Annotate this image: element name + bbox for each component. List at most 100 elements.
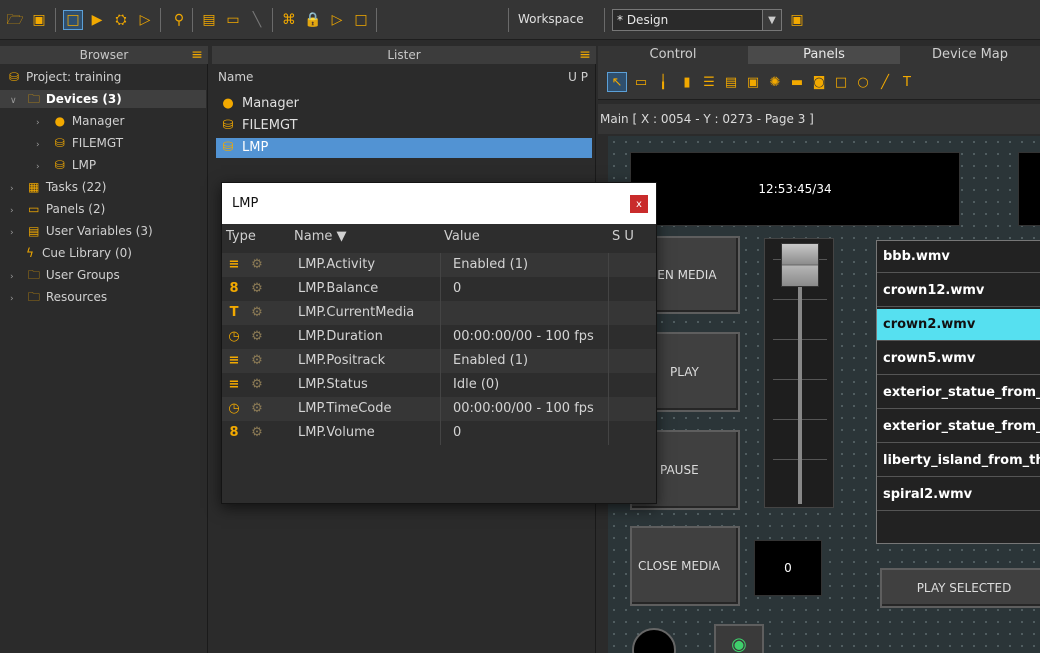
hamburger-menu-icon[interactable]: ≡ — [190, 48, 204, 62]
tree-item-cue-library[interactable]: ϟ Cue Library (0) — [22, 244, 132, 262]
save-workspace-icon[interactable]: ▣ — [788, 11, 806, 29]
chevron-right-icon[interactable]: › — [36, 114, 48, 132]
lister-row-lmp[interactable]: ⛁ LMP — [216, 138, 592, 158]
close-button[interactable]: x — [630, 195, 648, 213]
tree-item-filemgt[interactable]: › ⛁ FILEMGT — [36, 134, 123, 152]
volume-fader[interactable] — [764, 238, 834, 508]
variable-row[interactable]: ◷ ⚙ LMP.TimeCode 00:00:00/00 - 100 fps — [222, 397, 656, 421]
col-name[interactable]: Name ▼ — [294, 229, 346, 244]
variable-row[interactable]: T ⚙ LMP.CurrentMedia — [222, 301, 656, 325]
col-type: Type — [226, 229, 256, 244]
lock-icon[interactable]: 🔒 — [304, 11, 322, 29]
variable-row[interactable]: ≡ ⚙ LMP.Positrack Enabled (1) — [222, 349, 656, 373]
chevron-right-icon[interactable]: › — [10, 180, 22, 198]
variable-row[interactable]: ≡ ⚙ LMP.Activity Enabled (1) — [222, 253, 656, 277]
tab-panels[interactable]: Panels — [748, 46, 900, 64]
tree-item-panels[interactable]: › ▭ Panels (2) — [10, 200, 105, 218]
variable-row[interactable]: 8 ⚙ LMP.Volume 0 — [222, 421, 656, 445]
chevron-down-icon[interactable]: ▼ — [762, 9, 782, 31]
select-mode-icon[interactable]: □ — [63, 10, 83, 30]
tree-item-user-groups[interactable]: › 🗀 User Groups — [10, 266, 120, 284]
tree-item-user-variables[interactable]: › ▤ User Variables (3) — [10, 222, 153, 240]
chevron-down-icon[interactable]: ∨ — [10, 92, 22, 110]
text-tool-icon[interactable]: T — [898, 73, 916, 91]
play-icon[interactable]: ▷ — [136, 11, 154, 29]
play-selected-button[interactable]: PLAY SELECTED — [880, 568, 1040, 608]
tree-item-label: Tasks (22) — [45, 180, 107, 194]
chevron-right-icon[interactable]: › — [10, 268, 22, 286]
textbox-tool-icon[interactable]: ▤ — [722, 73, 740, 91]
variable-name: LMP.Balance — [298, 281, 379, 296]
knob-control[interactable] — [632, 628, 676, 653]
col-su: S U — [612, 229, 634, 244]
pointer-icon[interactable]: ↖ — [607, 72, 627, 92]
display-box[interactable] — [1018, 152, 1040, 226]
workspace-select[interactable]: * Design ▼ — [612, 9, 782, 31]
chevron-right-icon[interactable]: › — [10, 224, 22, 242]
variable-row[interactable]: 8 ⚙ LMP.Balance 0 — [222, 277, 656, 301]
media-list-item[interactable]: exterior_statue_from_ — [877, 377, 1040, 409]
fader-knob[interactable] — [781, 243, 819, 287]
media-list-item[interactable]: exterior_statue_from_ — [877, 411, 1040, 443]
toolbar-separator — [55, 8, 56, 32]
counter-display[interactable]: 0 — [754, 540, 822, 596]
open-folder-icon[interactable]: 🗁 — [6, 11, 24, 29]
save-icon[interactable]: ▣ — [30, 11, 48, 29]
media-list[interactable]: bbb.wmv crown12.wmv crown2.wmv crown5.wm… — [876, 240, 1040, 544]
tree-item-manager[interactable]: › ● Manager — [36, 112, 124, 130]
tab-device-map[interactable]: Device Map — [900, 46, 1040, 64]
lister-title: Lister — [387, 48, 421, 62]
button-tool-icon[interactable]: ▭ — [632, 73, 650, 91]
clock-display[interactable]: 12:53:45/34 — [630, 152, 960, 226]
tree-item-lmp[interactable]: › ⛁ LMP — [36, 156, 96, 174]
tree-item-devices[interactable]: ∨ 🗀 Devices (3) — [0, 90, 206, 108]
lister-row-manager[interactable]: ● Manager — [216, 94, 592, 114]
list-tool-icon[interactable]: ☰ — [700, 73, 718, 91]
media-list-item[interactable]: crown5.wmv — [877, 343, 1040, 375]
main-toolbar: 🗁 ▣ □ ▶ ⛭ ▷ ⚲ ▤ ▭ ╲ ⌘ 🔒 ▷ □ Workspace * … — [0, 0, 1040, 40]
document-icon[interactable]: ▤ — [200, 11, 218, 29]
fader-track — [798, 284, 802, 504]
media-tool-icon[interactable]: ◙ — [810, 73, 828, 91]
variable-row[interactable]: ◷ ⚙ LMP.Duration 00:00:00/00 - 100 fps — [222, 325, 656, 349]
tab-control[interactable]: Control — [598, 46, 748, 64]
media-list-item-selected[interactable]: crown2.wmv — [877, 309, 1040, 341]
search-icon[interactable]: ⚲ — [170, 11, 188, 29]
media-list-item[interactable]: spiral2.wmv — [877, 479, 1040, 511]
fader-tool-icon[interactable]: ╽ — [654, 73, 672, 91]
chevron-right-icon[interactable]: › — [10, 202, 22, 220]
hamburger-menu-icon[interactable]: ≡ — [578, 48, 592, 62]
media-list-item[interactable]: bbb.wmv — [877, 241, 1040, 273]
tree-item-project[interactable]: ⛁ Project: training — [6, 68, 121, 86]
stop-icon[interactable]: □ — [352, 11, 370, 29]
device-add-icon[interactable]: ▶ — [88, 11, 106, 29]
label-tool-icon[interactable]: ▣ — [744, 73, 762, 91]
tree-item-resources[interactable]: › 🗀 Resources — [10, 288, 107, 306]
media-list-item[interactable]: liberty_island_from_th — [877, 445, 1040, 477]
dialog-title-bar: LMP x — [222, 183, 656, 224]
chevron-right-icon[interactable]: › — [36, 158, 48, 176]
progress-tool-icon[interactable]: ▬ — [788, 73, 806, 91]
rectangle-tool-icon[interactable]: □ — [832, 73, 850, 91]
light-tool-icon[interactable]: ✺ — [766, 73, 784, 91]
panel-canvas[interactable]: 12:53:45/34 PEN MEDIA PLAY PAUSE CLOSE M… — [608, 136, 1040, 653]
run-icon[interactable]: ▷ — [328, 11, 346, 29]
toolbar-separator — [272, 8, 273, 32]
network-icon[interactable]: ⌘ — [280, 11, 298, 29]
slider-tool-icon[interactable]: ▮ — [678, 73, 696, 91]
media-list-item[interactable]: crown12.wmv — [877, 275, 1040, 307]
browser-panel-header: Browser ≡ — [0, 46, 208, 64]
tree-item-tasks[interactable]: › ▦ Tasks (22) — [10, 178, 106, 196]
ellipse-tool-icon[interactable]: ○ — [854, 73, 872, 91]
user-add-icon[interactable]: ⛭ — [112, 11, 130, 29]
chevron-right-icon[interactable]: › — [36, 136, 48, 154]
wifi-icon[interactable]: ◉ — [714, 624, 764, 653]
lister-row-filemgt[interactable]: ⛁ FILEMGT — [216, 116, 592, 136]
chevron-right-icon[interactable]: › — [10, 290, 22, 308]
lister-row-label: LMP — [242, 140, 269, 155]
window-icon[interactable]: ▭ — [224, 11, 242, 29]
close-media-button[interactable]: CLOSE MEDIA — [630, 526, 740, 606]
variable-row[interactable]: ≡ ⚙ LMP.Status Idle (0) — [222, 373, 656, 397]
line-tool-icon[interactable]: ╱ — [876, 73, 894, 91]
wand-icon[interactable]: ╲ — [248, 11, 266, 29]
